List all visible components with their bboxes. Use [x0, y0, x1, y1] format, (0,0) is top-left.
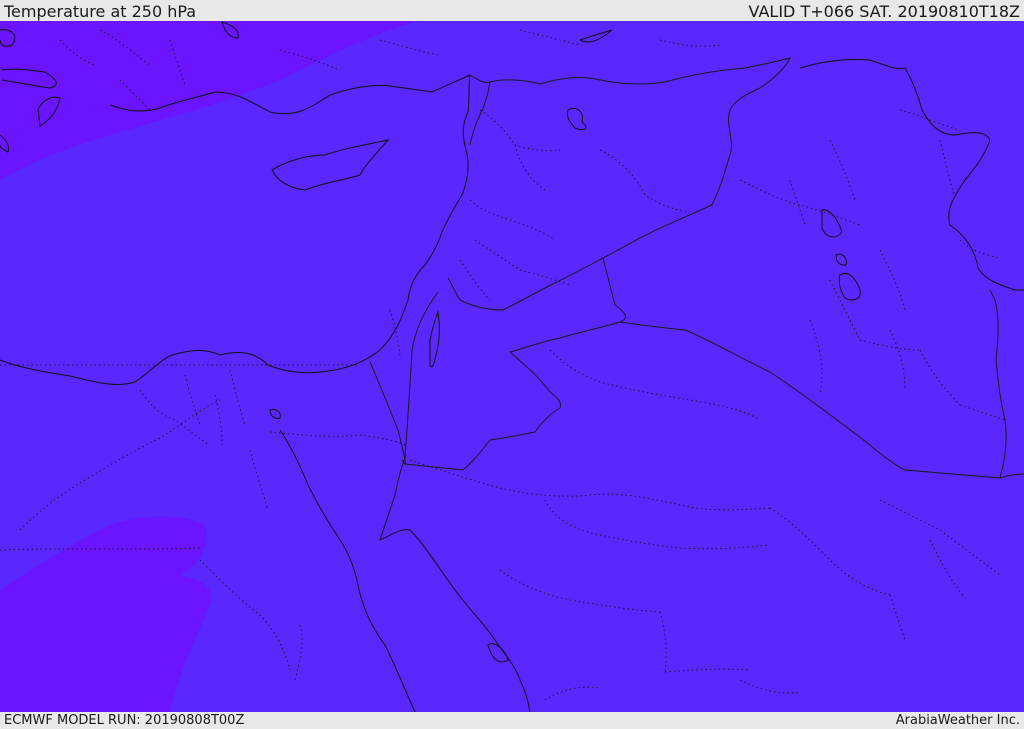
valid-time: VALID T+066 SAT. 20190810T18Z	[748, 2, 1020, 21]
weather-map	[0, 21, 1024, 712]
national-borders	[369, 57, 1024, 479]
footer-bar: ECMWF MODEL RUN: 20190808T00Z ArabiaWeat…	[0, 712, 1024, 729]
header-bar: Temperature at 250 hPa VALID T+066 SAT. …	[0, 0, 1024, 21]
cold-region-northwest	[0, 21, 420, 180]
model-run-label: ECMWF MODEL RUN: 20190808T00Z	[4, 713, 245, 728]
map-title: Temperature at 250 hPa	[4, 2, 197, 21]
cold-region-southwest	[0, 516, 212, 712]
map-canvas	[0, 21, 1024, 712]
credit-label: ArabiaWeather Inc.	[895, 713, 1020, 728]
